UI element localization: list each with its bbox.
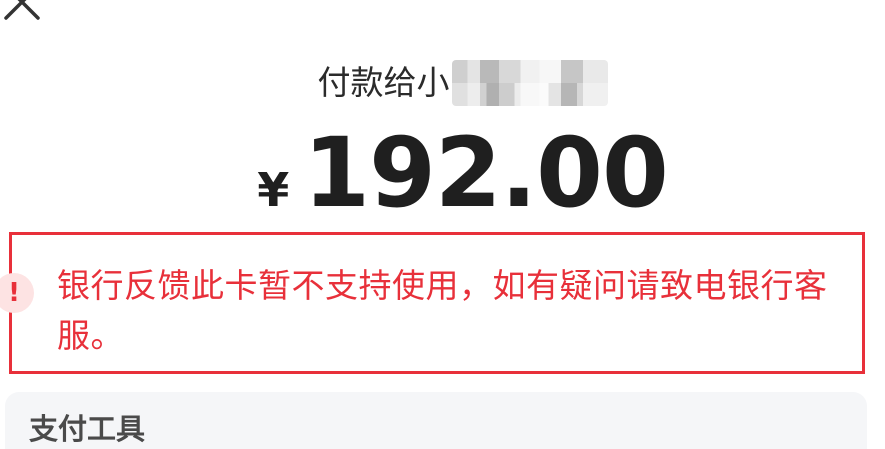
payment-amount: 192.00	[303, 117, 668, 229]
payee-line: 付款给小	[0, 58, 885, 108]
payment-screen: 付款给小 ¥ 192.00 ! 银行反馈此卡暂不支持使用，如有疑问请致电银行客服…	[0, 0, 885, 449]
payee-prefix: 付款给小	[317, 63, 450, 102]
masked-payee-name	[451, 60, 608, 106]
payment-tools-panel[interactable]: 支付工具	[5, 392, 867, 449]
close-button[interactable]	[0, 0, 48, 26]
amount-display: ¥ 192.00	[0, 118, 885, 228]
payment-tools-title: 支付工具	[29, 412, 146, 446]
close-icon	[4, 0, 40, 20]
error-message: 银行反馈此卡暂不支持使用，如有疑问请致电银行客服。	[57, 266, 828, 355]
warning-icon: !	[0, 273, 34, 313]
error-notice: ! 银行反馈此卡暂不支持使用，如有疑问请致电银行客服。	[0, 232, 865, 374]
currency-symbol: ¥	[257, 163, 290, 217]
